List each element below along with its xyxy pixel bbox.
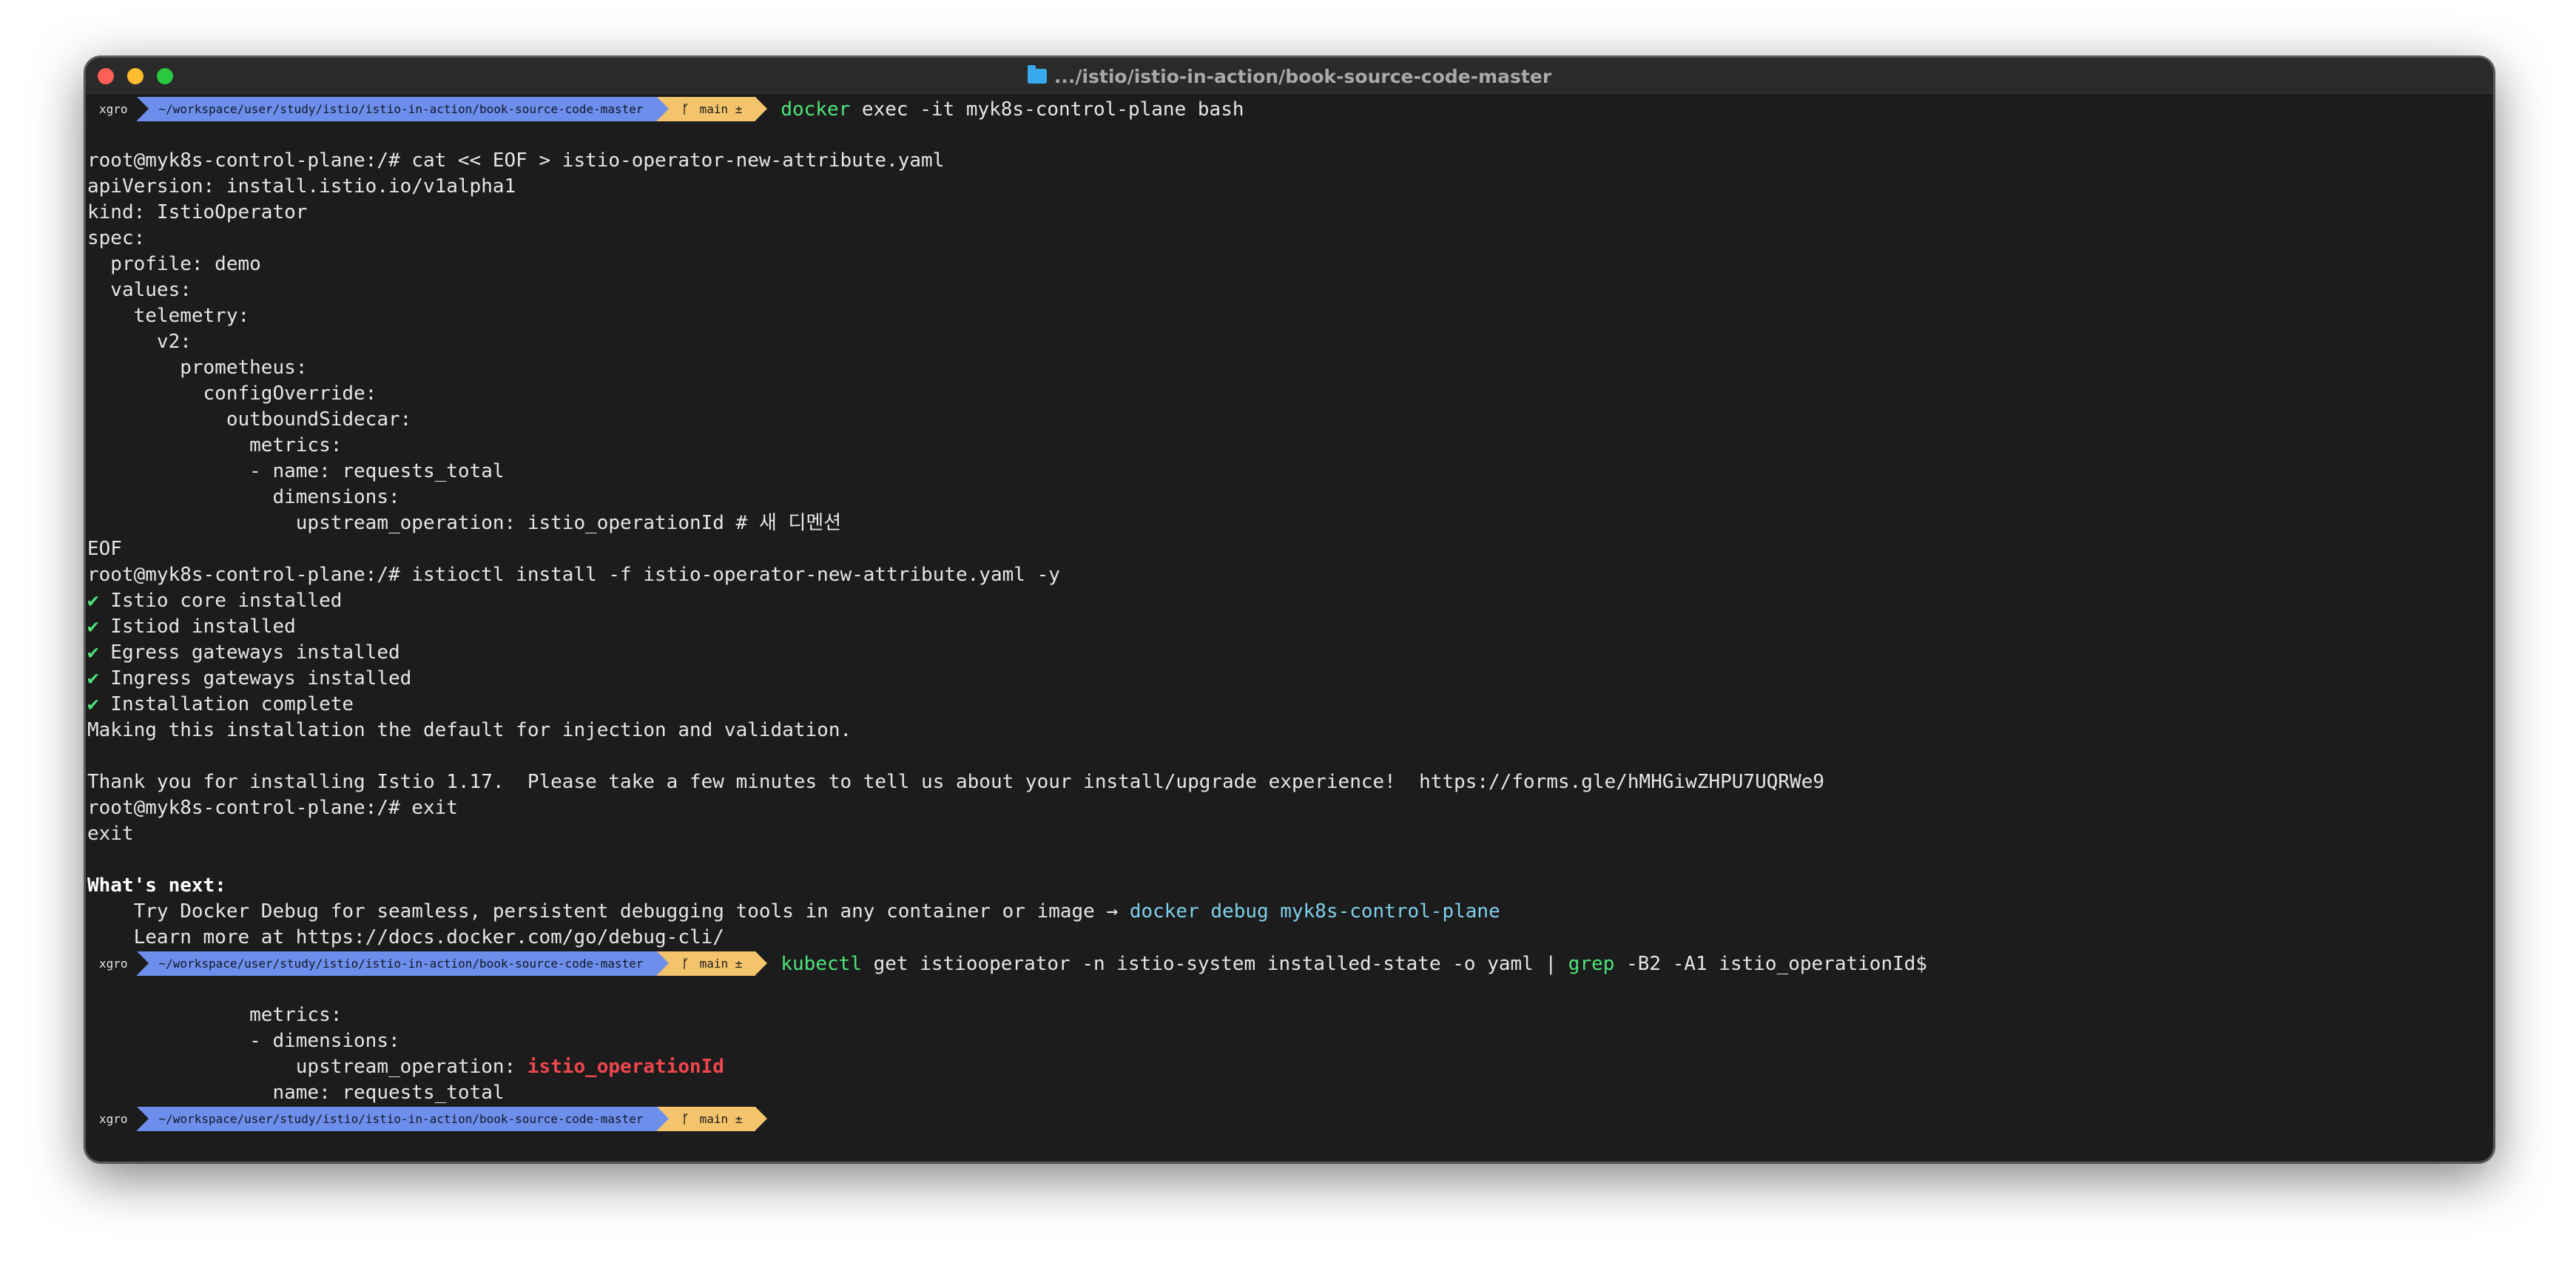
output-line: metrics: <box>87 434 343 456</box>
prompt-path: ~/workspace/user/study/istio/istio-in-ac… <box>136 97 657 121</box>
prompt-git-branch: ᚴ main ± <box>656 1107 768 1131</box>
output-line: apiVersion: install.istio.io/v1alpha1 <box>87 175 516 198</box>
prompt-branch-label: main ± <box>699 1112 743 1126</box>
yaml-key: upstream_operation: <box>87 1056 527 1078</box>
output-line: root@myk8s-control-plane:/# exit <box>87 797 458 819</box>
terminal-window: .../istio/istio-in-action/book-source-co… <box>84 56 2495 1163</box>
output-line: - dimensions: <box>87 1030 400 1052</box>
output-line: prometheus: <box>87 357 308 379</box>
status-text: Istiod installed <box>98 616 296 638</box>
output-line: name: requests_total <box>87 1082 505 1104</box>
terminal-output[interactable]: xgro ~/workspace/user/study/istio/istio-… <box>86 96 2493 1162</box>
output-line: upstream_operation: istio_operationId # … <box>87 512 842 534</box>
output-line: profile: demo <box>87 253 261 275</box>
status-text: Istio core installed <box>98 590 343 612</box>
check-icon: ✔ <box>87 590 99 612</box>
status-text: Egress gateways installed <box>98 641 400 664</box>
git-branch-icon: ᚴ <box>681 102 689 116</box>
output-line: ✔ Istio core installed <box>87 588 2493 614</box>
check-icon: ✔ <box>87 641 99 664</box>
output-line: kind: IstioOperator <box>87 201 308 223</box>
output-line: - name: requests_total <box>87 460 505 482</box>
output-line: upstream_operation: istio_operationId <box>87 1054 2493 1080</box>
grep-match: istio_operationId <box>527 1056 724 1078</box>
command-args: exec -it myk8s-control-plane bash <box>850 98 1244 121</box>
command-name: grep <box>1568 952 1615 975</box>
status-text: Installation complete <box>98 693 354 715</box>
suggested-command: docker debug myk8s-control-plane <box>1129 900 1500 923</box>
output-line: metrics: <box>87 1004 343 1026</box>
output-line: outboundSidecar: <box>87 408 412 431</box>
prompt-user: xgro <box>99 102 128 116</box>
prompt-path: ~/workspace/user/study/istio/istio-in-ac… <box>136 1107 657 1131</box>
command-name: docker <box>780 98 851 121</box>
command-name: kubectl <box>780 952 862 975</box>
window-title: .../istio/istio-in-action/book-source-co… <box>86 58 2493 95</box>
prompt-path: ~/workspace/user/study/istio/istio-in-ac… <box>136 951 657 976</box>
output-line: Learn more at https://docs.docker.com/go… <box>87 926 724 948</box>
output-line: EOF <box>87 538 122 560</box>
git-branch-icon: ᚴ <box>681 957 689 971</box>
command-line: docker exec -it myk8s-control-plane bash <box>780 98 1244 121</box>
prompt-user: xgro <box>99 957 128 971</box>
output-line: spec: <box>87 227 146 249</box>
prompt-branch-label: main ± <box>699 102 743 116</box>
output-line: dimensions: <box>87 486 400 508</box>
command-args: get istiooperator -n istio-system instal… <box>861 952 1568 975</box>
prompt-git-branch: ᚴ main ± <box>656 97 768 121</box>
output-line: root@myk8s-control-plane:/# istioctl ins… <box>87 564 1060 586</box>
output-line: ✔ Egress gateways installed <box>87 640 2493 666</box>
output-line: exit <box>87 823 134 845</box>
output-line: v2: <box>87 331 192 353</box>
shell-prompt: xgro ~/workspace/user/study/istio/istio-… <box>87 96 2493 122</box>
shell-prompt: xgro ~/workspace/user/study/istio/istio-… <box>87 1106 2493 1132</box>
output-line: Try Docker Debug for seamless, persisten… <box>87 899 2493 925</box>
output-line: ✔ Ingress gateways installed <box>87 666 2493 692</box>
shell-prompt: xgro ~/workspace/user/study/istio/istio-… <box>87 951 2493 977</box>
output-line: Thank you for installing Istio 1.17. Ple… <box>87 771 1824 793</box>
command-line: kubectl get istiooperator -n istio-syste… <box>780 953 1927 975</box>
output-line: configOverride: <box>87 382 377 405</box>
check-icon: ✔ <box>87 693 99 715</box>
title-bar: .../istio/istio-in-action/book-source-co… <box>86 58 2493 95</box>
prompt-branch-label: main ± <box>699 957 743 971</box>
folder-icon <box>1027 65 1047 84</box>
output-line: values: <box>87 279 192 301</box>
output-line: ✔ Istiod installed <box>87 614 2493 640</box>
hint-text: Try Docker Debug for seamless, persisten… <box>87 900 1130 923</box>
output-line: root@myk8s-control-plane:/# cat << EOF >… <box>87 149 945 172</box>
output-line: Making this installation the default for… <box>87 719 852 741</box>
whats-next-heading: What's next: <box>87 874 226 897</box>
git-branch-icon: ᚴ <box>681 1112 689 1126</box>
prompt-git-branch: ᚴ main ± <box>656 951 768 976</box>
window-title-text: .../istio/istio-in-action/book-source-co… <box>1053 65 1552 87</box>
check-icon: ✔ <box>87 667 99 690</box>
check-icon: ✔ <box>87 616 99 638</box>
output-line: ✔ Installation complete <box>87 692 2493 718</box>
command-args: -B2 -A1 istio_operationId$ <box>1614 952 1928 975</box>
prompt-user: xgro <box>99 1112 128 1126</box>
output-line: telemetry: <box>87 305 250 327</box>
status-text: Ingress gateways installed <box>98 667 412 690</box>
